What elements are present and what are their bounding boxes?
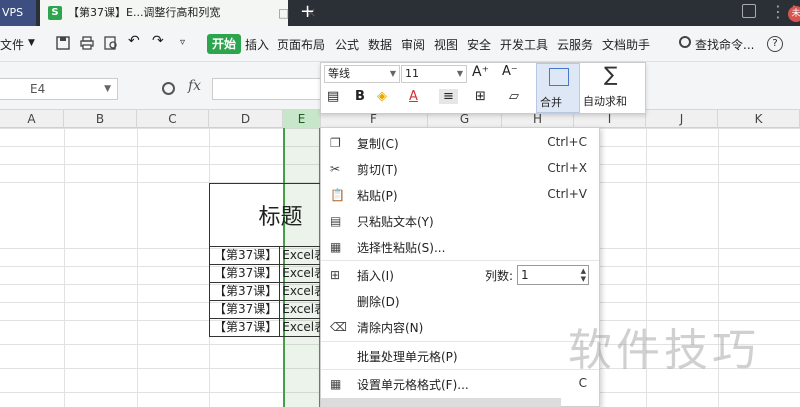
insert-icon: ⊞ [330, 268, 341, 282]
menu-item-cut[interactable]: ✂ 剪切(T) Ctrl+X [321, 156, 599, 182]
copy-icon: ❐ [330, 136, 341, 150]
menu-divider [321, 369, 599, 370]
menu-item-delete[interactable]: 删除(D) [321, 288, 599, 314]
tab-doc-assistant[interactable]: 文档助手 [602, 36, 650, 53]
search-icon[interactable] [679, 36, 691, 48]
fill-color-icon[interactable]: ◈ [377, 89, 387, 104]
column-header-j[interactable]: J [646, 110, 718, 128]
new-tab-button[interactable]: + [300, 0, 315, 24]
menu-item-copy[interactable]: ❐ 复制(C) Ctrl+C [321, 130, 599, 156]
menu-bar: 文件 ▼ ↶ ↷ ▿ 开始 插入 页面布局 公式 数据 审阅 视图 安全 开发工… [0, 26, 800, 62]
column-count-label: 列数: [485, 269, 514, 283]
column-header-c[interactable]: C [137, 110, 209, 128]
increase-font-icon[interactable]: A⁺ [472, 64, 489, 80]
tab-view[interactable]: 视图 [434, 36, 458, 53]
tab-start[interactable]: 开始 [207, 34, 241, 54]
table-row[interactable]: 【第37课】Excel表 [209, 247, 321, 265]
redo-icon[interactable]: ↷ [152, 33, 164, 49]
avatar[interactable]: 未 [788, 6, 800, 22]
formula-input[interactable] [212, 78, 322, 100]
column-count-stepper[interactable]: 1 ▲ ▼ [517, 265, 589, 285]
menu-divider [321, 341, 599, 342]
menu-item-paste-special[interactable]: ▦ 选择性粘贴(S)... [321, 234, 599, 260]
customize-icon[interactable]: ▿ [180, 37, 185, 48]
wps-home-tab[interactable]: VPS [0, 0, 36, 26]
merge-cells-icon [549, 68, 569, 86]
chevron-down-icon[interactable]: ▼ [104, 79, 111, 99]
column-header-d[interactable]: D [209, 110, 283, 128]
merge-button[interactable]: 合并 [536, 63, 580, 113]
column-header-b[interactable]: B [64, 110, 137, 128]
cell-reference: E4 [30, 82, 46, 96]
save-icon[interactable] [56, 36, 70, 50]
clear-format-icon[interactable]: ▱ [509, 89, 519, 104]
help-icon[interactable]: ? [767, 36, 783, 52]
borders-icon[interactable]: ⊞ [475, 89, 486, 104]
paste-text-icon: ▤ [330, 214, 342, 228]
title-bar: VPS S 【第37课】E...调整行高和列宽 □ × + ⋮⋮ 未 [0, 0, 800, 26]
title-cell[interactable]: 标题 [209, 183, 321, 247]
monitor-icon[interactable]: □ [278, 0, 289, 26]
document-tab-title: 【第37课】E...调整行高和列宽 [68, 6, 221, 19]
eraser-icon: ⌫ [330, 320, 347, 334]
spreadsheet-icon: S [48, 6, 62, 20]
chevron-down-icon[interactable]: ▼ [457, 66, 463, 82]
bold-icon[interactable]: B [355, 89, 365, 104]
table-row[interactable]: 【第37课】Excel表 [209, 319, 321, 337]
menu-item-batch-cells[interactable]: 批量处理单元格(P) [321, 343, 599, 369]
undo-icon[interactable]: ↶ [128, 33, 140, 49]
format-cells-icon: ▦ [330, 377, 342, 391]
tab-formulas[interactable]: 公式 [335, 36, 359, 53]
menu-item-clear-contents[interactable]: ⌫ 清除内容(N) [321, 314, 599, 340]
tab-cloud-services[interactable]: 云服务 [557, 36, 593, 53]
tab-page-layout[interactable]: 页面布局 [277, 36, 325, 53]
column-header-k[interactable]: K [718, 110, 800, 128]
paste-icon: 📋 [330, 188, 345, 202]
tab-review[interactable]: 审阅 [401, 36, 425, 53]
decrease-font-icon[interactable]: A⁻ [502, 64, 518, 79]
tab-data[interactable]: 数据 [368, 36, 392, 53]
chevron-down-icon[interactable]: ▼ [28, 38, 35, 48]
menu-item-paste[interactable]: 📋 粘贴(P) Ctrl+V [321, 182, 599, 208]
print-preview-icon[interactable] [104, 36, 118, 50]
align-icon[interactable]: ≡ [439, 89, 458, 104]
function-icon[interactable]: fx [188, 78, 201, 94]
file-menu[interactable]: 文件 [0, 36, 24, 53]
column-header-a[interactable]: A [0, 110, 64, 128]
menu-item-column-width[interactable] [321, 398, 561, 407]
document-tab[interactable]: S 【第37课】E...调整行高和列宽 □ × [40, 0, 317, 26]
tab-security[interactable]: 安全 [467, 36, 491, 53]
font-color-icon[interactable]: A [409, 89, 418, 104]
title-text: 标题 [258, 205, 303, 230]
menu-item-format-cells[interactable]: ▦ 设置单元格格式(F)... C [321, 371, 599, 397]
print-icon[interactable] [80, 36, 94, 50]
format-painter-icon[interactable]: ▤ [327, 89, 339, 104]
table-row[interactable]: 【第37课】Excel表 [209, 283, 321, 301]
merge-label: 合并 [540, 96, 562, 109]
menu-item-paste-text[interactable]: ▤ 只粘贴文本(Y) [321, 208, 599, 234]
chevron-down-icon[interactable]: ▼ [390, 66, 396, 82]
search-command[interactable]: 查找命令... [695, 36, 754, 53]
floating-format-toolbar: 等线 ▼ 11 ▼ A⁺ A⁻ ▤ B ◈ A ≡ ⊞ ▱ 合并 ∑ 自动求和 [320, 62, 646, 114]
autosum-icon[interactable]: ∑ [604, 62, 617, 86]
tab-insert[interactable]: 插入 [245, 36, 269, 53]
table-row[interactable]: 【第37课】Excel表 [209, 301, 321, 319]
zoom-icon[interactable] [162, 82, 175, 95]
autosum-button[interactable]: 自动求和 [583, 93, 627, 109]
grid-line [64, 128, 65, 407]
paste-special-icon: ▦ [330, 240, 342, 254]
grid-line [137, 128, 138, 407]
scissors-icon: ✂ [330, 162, 341, 176]
menu-divider [321, 260, 599, 261]
name-box[interactable]: E4 ▼ [0, 78, 118, 100]
table-row[interactable]: 【第37课】Excel表 [209, 265, 321, 283]
column-header-e[interactable]: E [283, 110, 321, 128]
tab-developer[interactable]: 开发工具 [500, 36, 548, 53]
window-mode-icon[interactable] [742, 4, 756, 18]
watermark: 软件技巧 [568, 325, 760, 376]
stepper-arrows-icon[interactable]: ▲ ▼ [581, 267, 586, 283]
font-size-select[interactable]: 11 ▼ [401, 65, 467, 83]
context-menu: ❐ 复制(C) Ctrl+C ✂ 剪切(T) Ctrl+X 📋 粘贴(P) Ct… [320, 127, 600, 407]
font-name-select[interactable]: 等线 ▼ [324, 65, 400, 83]
